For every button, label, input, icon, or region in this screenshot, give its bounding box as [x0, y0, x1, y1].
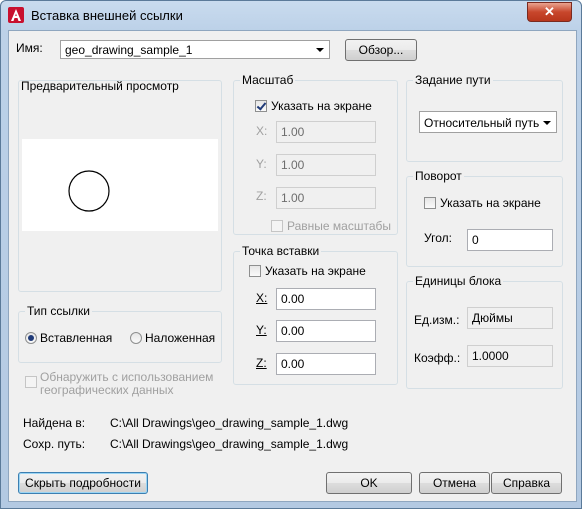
- scale-y-label: Y:: [256, 157, 267, 171]
- angle-input[interactable]: 0: [467, 229, 553, 251]
- preview-title: Предварительный просмотр: [21, 79, 179, 93]
- scale-x-input[interactable]: 1.00: [276, 121, 376, 143]
- geolocate-checkbox[interactable]: [25, 376, 37, 388]
- found-in-label: Найдена в:: [23, 416, 86, 430]
- hide-details-button[interactable]: Скрыть подробности: [18, 472, 148, 494]
- unit-label: Ед.изм.:: [414, 313, 460, 327]
- insertion-point-title: Точка вставки: [240, 244, 322, 258]
- block-units-title: Единицы блока: [413, 274, 504, 288]
- name-label: Имя:: [16, 41, 43, 55]
- scale-y-input[interactable]: 1.00: [276, 154, 376, 176]
- scale-x-label: X:: [256, 124, 268, 138]
- name-dropdown-value: geo_drawing_sample_1: [65, 43, 193, 57]
- insertion-y-input[interactable]: 0.00: [276, 320, 376, 342]
- factor-label: Коэфф.:: [414, 351, 461, 365]
- close-button[interactable]: ✕: [527, 2, 572, 22]
- browse-button[interactable]: Обзор...: [345, 39, 417, 61]
- angle-label: Угол:: [424, 231, 452, 245]
- insertion-y-label: Y:: [256, 323, 267, 337]
- preview-canvas: [22, 139, 218, 231]
- insertion-x-label: X:: [256, 291, 268, 305]
- title-bar[interactable]: Вставка внешней ссылки ✕: [1, 1, 581, 31]
- rotation-specify-label: Указать на экране: [440, 196, 541, 210]
- window-title: Вставка внешней ссылки: [31, 8, 183, 23]
- name-dropdown[interactable]: geo_drawing_sample_1: [60, 40, 330, 59]
- saved-path-value: C:\All Drawings\geo_drawing_sample_1.dwg: [110, 437, 349, 451]
- saved-path-label: Сохр. путь:: [23, 437, 86, 451]
- chevron-down-icon: [543, 121, 551, 125]
- scale-specify-checkbox[interactable]: [255, 100, 267, 112]
- scale-specify-label: Указать на экране: [271, 99, 372, 113]
- preview-circle-drawing: [68, 170, 110, 212]
- factor-value: 1.0000: [467, 345, 553, 367]
- uniform-scale-checkbox[interactable]: [271, 220, 283, 232]
- overlay-radio[interactable]: [130, 332, 142, 344]
- insertion-z-label: Z:: [256, 356, 267, 370]
- path-type-value: Относительный путь: [424, 116, 540, 130]
- insertion-specify-checkbox[interactable]: [249, 265, 261, 277]
- block-units-group: Единицы блока: [406, 274, 563, 389]
- ok-button[interactable]: OK: [326, 472, 412, 494]
- insertion-z-input[interactable]: 0.00: [276, 353, 376, 375]
- attachment-radio[interactable]: [25, 332, 37, 344]
- rotation-title: Поворот: [413, 169, 464, 183]
- attachment-label: Вставленная: [40, 331, 113, 345]
- dialog-body: Имя: geo_drawing_sample_1 Обзор... Предв…: [8, 30, 577, 502]
- scale-title: Масштаб: [240, 73, 296, 87]
- path-type-title: Задание пути: [413, 73, 493, 87]
- insertion-x-input[interactable]: 0.00: [276, 288, 376, 310]
- geolocate-label-line2: географических данных: [40, 383, 174, 397]
- scale-z-input[interactable]: 1.00: [276, 187, 376, 209]
- unit-value: Дюймы: [467, 307, 553, 329]
- insertion-specify-label: Указать на экране: [265, 264, 366, 278]
- uniform-scale-label: Равные масштабы: [287, 219, 391, 233]
- rotation-specify-checkbox[interactable]: [424, 197, 436, 209]
- dialog-window: Вставка внешней ссылки ✕ Имя: geo_drawin…: [0, 0, 582, 509]
- geolocate-label-line1: Обнаружить с использованием: [40, 370, 214, 384]
- path-type-dropdown[interactable]: Относительный путь: [419, 111, 557, 133]
- found-in-value: C:\All Drawings\geo_drawing_sample_1.dwg: [110, 416, 349, 430]
- help-button[interactable]: Справка: [491, 472, 562, 494]
- reference-type-title: Тип ссылки: [25, 304, 92, 318]
- chevron-down-icon: [316, 48, 324, 52]
- cancel-button[interactable]: Отмена: [419, 472, 490, 494]
- overlay-label: Наложенная: [145, 331, 216, 345]
- scale-z-label: Z:: [256, 189, 267, 203]
- autocad-logo-icon: [8, 7, 24, 23]
- rotation-group: Поворот: [406, 169, 563, 267]
